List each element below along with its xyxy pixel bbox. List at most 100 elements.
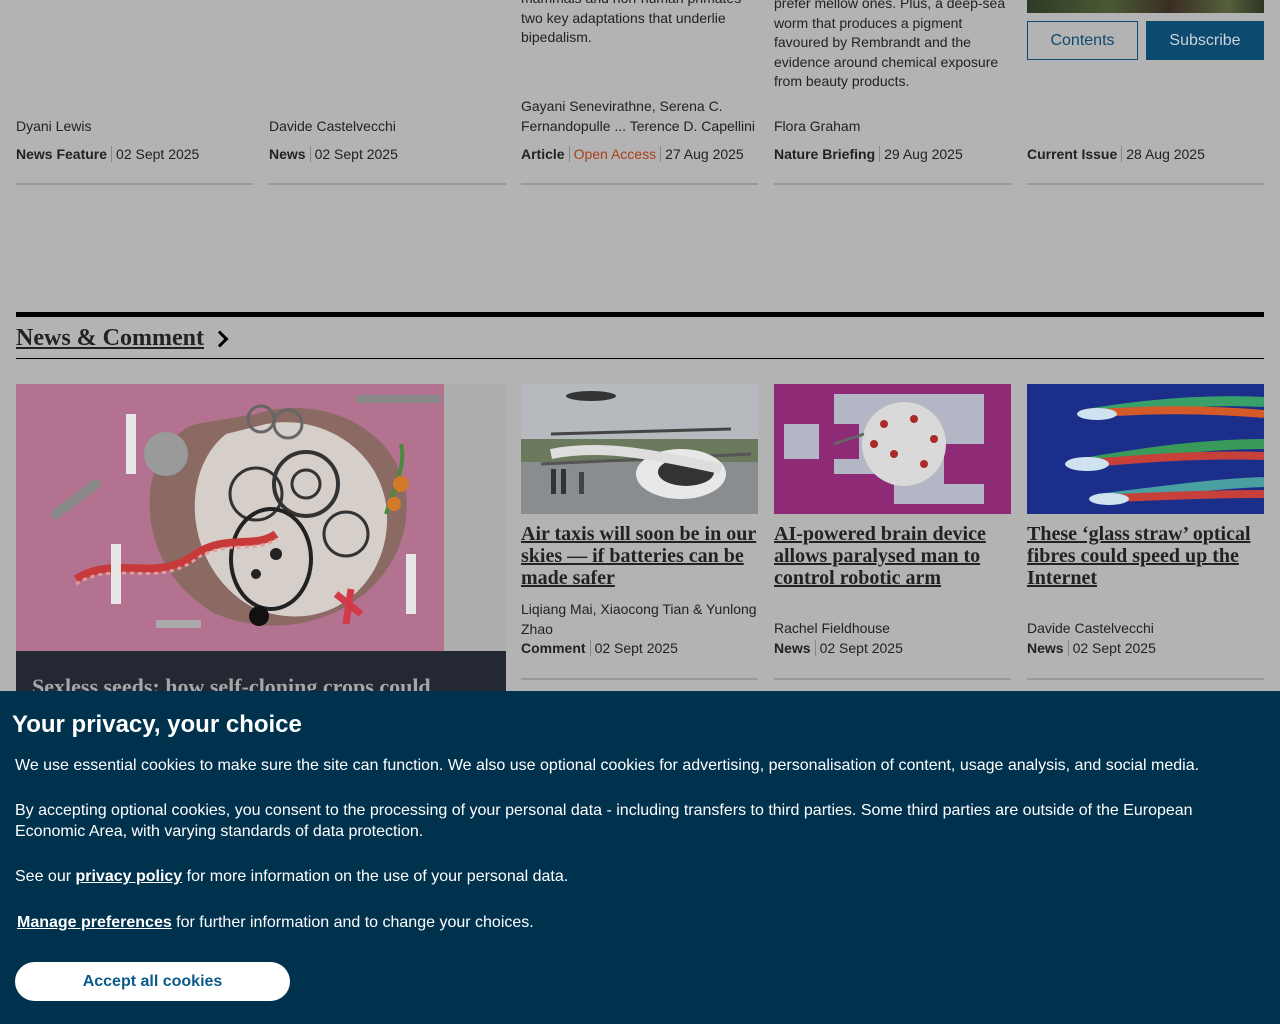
card-meta: News Feature 02 Sept 2025 <box>16 145 199 163</box>
cookie-text: for further information and to change yo… <box>171 914 534 931</box>
section-divider <box>16 312 1264 317</box>
meta-separator <box>1121 146 1123 162</box>
meta-separator <box>879 146 881 162</box>
cookie-paragraph-3: See our privacy policy for more informat… <box>15 866 1245 887</box>
snippet-line: prefer mellow ones. Plus, a deep-sea <box>774 0 1006 11</box>
article-type: Nature Briefing <box>774 146 876 162</box>
brain-device-image[interactable] <box>774 384 1011 514</box>
manage-preferences-link[interactable]: Manage preferences <box>17 914 172 931</box>
section-heading-text[interactable]: News & Comment <box>16 325 204 352</box>
issue-cover-image[interactable] <box>1027 0 1264 13</box>
meta-separator <box>309 146 311 162</box>
news-title[interactable]: AI-powered brain device allows paralysed… <box>774 523 1011 589</box>
article-date: 28 Aug 2025 <box>1126 146 1205 162</box>
article-type: News Feature <box>16 146 108 162</box>
article-card-2[interactable]: Davide Castelvecchi News 02 Sept 2025 <box>269 0 506 185</box>
article-type: Comment <box>521 640 586 656</box>
author-line: Dyani Lewis <box>16 118 92 134</box>
title-line[interactable]: AI-powered brain device <box>774 523 1011 545</box>
title-line[interactable]: fibres could speed up the <box>1027 545 1264 567</box>
article-card-4[interactable]: prefer mellow ones. Plus, a deep-sea wor… <box>774 0 1011 185</box>
article-date: 29 Aug 2025 <box>884 146 963 162</box>
snippet-line: mammals and non-human primates <box>521 0 741 9</box>
snippet-line: bipedalism. <box>521 29 592 45</box>
article-date: 02 Sept 2025 <box>819 640 903 656</box>
author-line: Fernandopulle ... Terence D. Capellini <box>521 118 755 134</box>
optical-fibres-image[interactable] <box>1027 384 1264 514</box>
card-meta: News 02 Sept 2025 <box>774 640 903 656</box>
accept-all-cookies-button[interactable]: Accept all cookies <box>15 962 290 1001</box>
air-taxi-image[interactable] <box>521 384 758 514</box>
meta-separator <box>814 640 816 656</box>
news-title[interactable]: These ‘glass straw’ optical fibres could… <box>1027 523 1264 589</box>
meta-separator <box>589 640 591 656</box>
title-line[interactable]: Internet <box>1027 567 1264 589</box>
author-line: Flora Graham <box>774 118 861 134</box>
cookie-paragraph-1: We use essential cookies to make sure th… <box>15 757 1200 774</box>
article-date: 02 Sept 2025 <box>116 146 200 162</box>
author-line: Rachel Fieldhouse <box>774 620 890 636</box>
article-date: 02 Sept 2025 <box>1072 640 1156 656</box>
snippet-line: worm that produces a pigment <box>774 14 963 31</box>
card-authors: Dyani Lewis <box>16 116 91 136</box>
privacy-policy-link[interactable]: privacy policy <box>75 868 182 885</box>
card-snippet: mammals and non-human primates two key a… <box>521 0 741 48</box>
title-line[interactable]: allows paralysed man to <box>774 545 1011 567</box>
news-card-brain-device[interactable]: AI-powered brain device allows paralysed… <box>774 384 1011 680</box>
author-line: Davide Castelvecchi <box>1027 620 1154 636</box>
author-line: Gayani Senevirathne, Serena C. <box>521 98 723 114</box>
card-meta: Comment 02 Sept 2025 <box>521 640 678 656</box>
title-line[interactable]: Air taxis will soon be in our <box>521 523 758 545</box>
article-date: 27 Aug 2025 <box>665 146 744 162</box>
feature-article-card[interactable]: Sexless seeds: how self-cloning crops co… <box>16 384 506 724</box>
cookie-paragraph-4: Manage preferences for further informati… <box>17 912 1247 933</box>
section-heading-link[interactable]: News & Comment <box>16 325 229 352</box>
cookie-paragraph-2: By accepting optional cookies, you conse… <box>15 802 1193 840</box>
meta-separator <box>568 146 570 162</box>
card-meta: Nature Briefing 29 Aug 2025 <box>774 145 963 163</box>
section-divider <box>16 358 1264 359</box>
card-meta: News 02 Sept 2025 <box>269 145 398 163</box>
meta-separator <box>660 146 662 162</box>
title-line[interactable]: made safer <box>521 567 758 589</box>
author-line: Liqiang Mai, Xiaocong Tian & Yunlong <box>521 601 757 617</box>
card-meta: Article Open Access 27 Aug 2025 <box>521 145 744 163</box>
article-date: 02 Sept 2025 <box>594 640 678 656</box>
card-authors: Rachel Fieldhouse <box>774 619 890 639</box>
news-title[interactable]: Air taxis will soon be in our skies — if… <box>521 523 758 589</box>
card-authors: Gayani Senevirathne, Serena C. Fernandop… <box>521 96 755 136</box>
card-authors: Davide Castelvecchi <box>269 116 396 136</box>
open-access-badge: Open Access <box>573 146 657 162</box>
news-card-air-taxis[interactable]: Air taxis will soon be in our skies — if… <box>521 384 758 680</box>
meta-separator <box>1067 640 1069 656</box>
subscribe-button[interactable]: Subscribe <box>1146 21 1264 60</box>
card-meta: News 02 Sept 2025 <box>1027 640 1156 656</box>
article-card-1[interactable]: Dyani Lewis News Feature 02 Sept 2025 <box>16 0 253 185</box>
title-line[interactable]: These ‘glass straw’ optical <box>1027 523 1264 545</box>
article-type: News <box>269 146 306 162</box>
article-type: Article <box>521 146 565 162</box>
title-line[interactable]: skies — if batteries can be <box>521 545 758 567</box>
article-card-3[interactable]: mammals and non-human primates two key a… <box>521 0 758 185</box>
air-taxi-photo <box>521 384 758 514</box>
contents-button[interactable]: Contents <box>1027 21 1138 60</box>
card-snippet: prefer mellow ones. Plus, a deep-sea wor… <box>774 0 1005 92</box>
article-date: 02 Sept 2025 <box>314 146 398 162</box>
news-card-optical-fibres[interactable]: These ‘glass straw’ optical fibres could… <box>1027 384 1264 680</box>
seed-gears-illustration <box>16 384 506 651</box>
cookie-heading: Your privacy, your choice <box>12 711 302 738</box>
snippet-line: two key adaptations that underlie <box>521 9 726 26</box>
cookie-consent-banner: Your privacy, your choice We use essenti… <box>0 691 1280 1024</box>
title-line[interactable]: control robotic arm <box>774 567 1011 589</box>
card-authors: Liqiang Mai, Xiaocong Tian & Yunlong Zha… <box>521 600 757 639</box>
cookie-text: for more information on the use of your … <box>182 868 569 885</box>
cookie-text: See our <box>15 868 76 885</box>
brain-device-photo <box>774 384 1011 514</box>
card-meta: Current Issue 28 Aug 2025 <box>1027 145 1205 163</box>
article-type: News <box>774 640 811 656</box>
card-authors: Davide Castelvecchi <box>1027 619 1154 639</box>
snippet-line: from beauty products. <box>774 73 910 89</box>
snippet-line: favoured by Rembrandt and the <box>774 34 971 50</box>
feature-illustration[interactable] <box>16 384 506 651</box>
snippet-line: evidence around chemical exposure <box>774 53 999 70</box>
